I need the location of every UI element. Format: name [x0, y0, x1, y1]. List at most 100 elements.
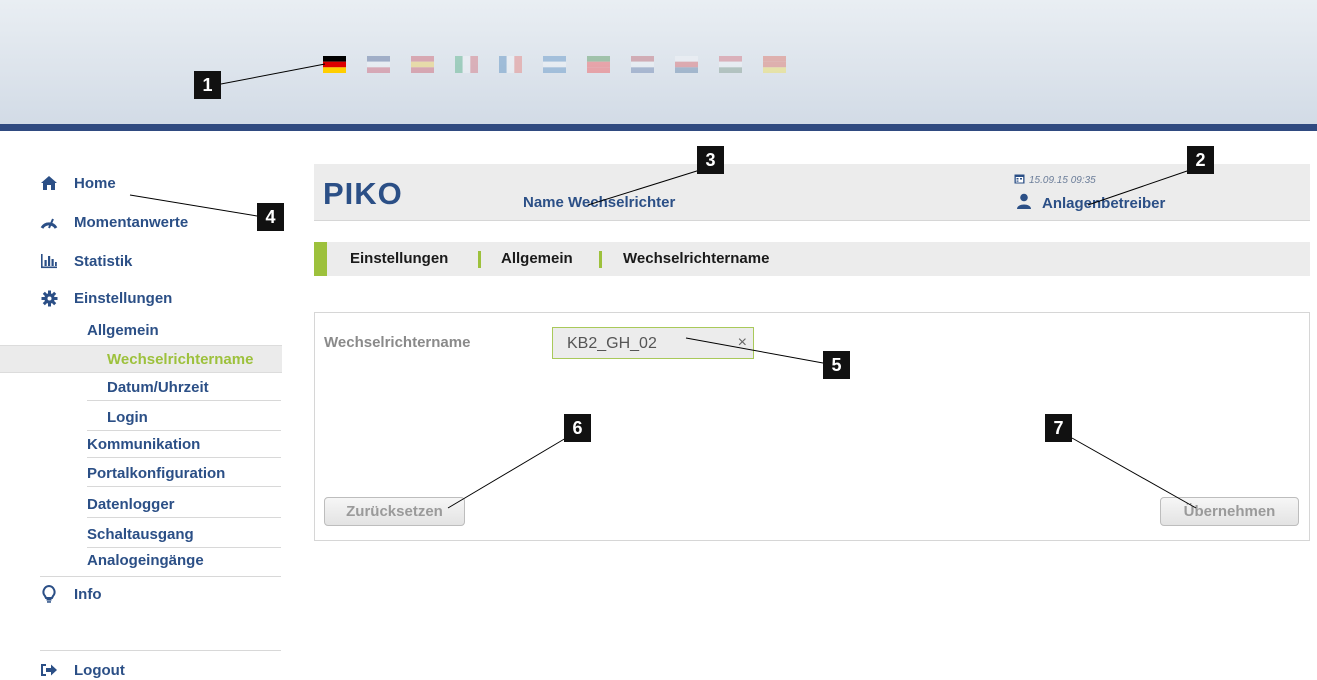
- bar-chart-icon: [40, 252, 58, 270]
- callout-4: 4: [257, 203, 284, 231]
- sidebar-item-label: Home: [74, 174, 116, 192]
- sidebar-divider: [87, 517, 281, 518]
- flag-cn-stripe: [763, 61, 786, 68]
- sidebar-item-schaltausgang[interactable]: Schaltausgang: [87, 523, 194, 545]
- clear-icon[interactable]: ×: [738, 334, 747, 352]
- sidebar-divider: [87, 547, 281, 548]
- sidebar-item-datenlogger[interactable]: Datenlogger: [87, 493, 175, 515]
- callout-7: 7: [1045, 414, 1072, 442]
- sidebar-divider: [40, 576, 281, 577]
- gear-icon: [40, 289, 58, 307]
- flag-nl-stripe: [631, 61, 654, 68]
- flag-cz-icon[interactable]: [675, 56, 698, 73]
- flag-de-stripe: [323, 56, 346, 62]
- flag-es-stripe: [411, 61, 434, 68]
- inverter-name-label: Wechselrichtername: [324, 334, 471, 351]
- sidebar-item-allgemein[interactable]: Allgemein: [87, 319, 159, 341]
- flag-hu-icon[interactable]: [719, 56, 742, 73]
- apply-button[interactable]: Übernehmen: [1160, 497, 1299, 526]
- sidebar-divider: [40, 650, 281, 651]
- flag-hu-stripe: [719, 67, 742, 73]
- flag-es-stripe: [411, 56, 434, 62]
- banner-divider: [0, 124, 1317, 131]
- sidebar-item-info[interactable]: Info: [40, 581, 102, 607]
- sidebar-item-wechselrichtername[interactable]: Wechselrichtername: [107, 348, 253, 370]
- flag-de-stripe: [323, 67, 346, 73]
- sidebar-item-label: Momentanwerte: [74, 213, 189, 231]
- flag-gb-icon[interactable]: [367, 56, 390, 73]
- sidebar-item-label: Info: [74, 585, 102, 603]
- sidebar-divider: [87, 430, 281, 431]
- callout-5: 5: [823, 351, 850, 379]
- lightbulb-icon: [40, 585, 58, 603]
- flag-fr-icon[interactable]: [499, 56, 522, 73]
- flag-hu-stripe: [719, 61, 742, 68]
- home-icon: [40, 174, 58, 192]
- calendar-icon: [1014, 173, 1025, 187]
- flag-cz-stripe: [675, 61, 698, 68]
- flag-cn-stripe: [763, 56, 786, 62]
- flag-gr-stripe: [543, 56, 566, 62]
- sidebar-divider: [87, 400, 281, 401]
- sidebar-nav: Home Momentanwerte Statistik Einstellung…: [0, 160, 282, 680]
- sidebar-item-einstellungen[interactable]: Einstellungen: [40, 285, 172, 311]
- flag-gr-stripe: [543, 61, 566, 68]
- callout-1: 1: [194, 71, 221, 99]
- flag-cn-icon[interactable]: [763, 56, 786, 73]
- flag-pt-stripe: [587, 56, 610, 62]
- flag-nl-stripe: [631, 56, 654, 62]
- datetime-text: 15.09.15 09:35: [1029, 174, 1096, 186]
- breadcrumb-einstellungen[interactable]: Einstellungen: [350, 250, 448, 267]
- sidebar-item-kommunikation[interactable]: Kommunikation: [87, 433, 200, 455]
- inverter-name: Name Wechselrichter: [523, 194, 676, 211]
- sidebar-item-portalkonfiguration[interactable]: Portalkonfiguration: [87, 462, 225, 484]
- user-menu[interactable]: Anlagenbetreiber: [1016, 193, 1165, 213]
- datetime-display: 15.09.15 09:35: [1014, 173, 1096, 187]
- language-selector: [323, 56, 786, 73]
- flag-gb-stripe: [367, 61, 390, 68]
- sidebar-item-label: Statistik: [74, 252, 133, 270]
- sidebar-divider: [87, 457, 281, 458]
- flag-pt-icon[interactable]: [587, 56, 610, 73]
- flag-pt-stripe: [587, 61, 610, 68]
- reset-button[interactable]: Zurücksetzen: [324, 497, 465, 526]
- flag-fr-stripe: [499, 56, 507, 73]
- sidebar-item-home[interactable]: Home: [40, 170, 116, 196]
- logout-icon: [40, 661, 58, 679]
- flag-gr-stripe: [543, 67, 566, 73]
- flag-nl-icon[interactable]: [631, 56, 654, 73]
- top-banner: [0, 0, 1317, 124]
- sidebar-item-momentanwerte[interactable]: Momentanwerte: [40, 209, 188, 235]
- callout-3: 3: [697, 146, 724, 174]
- sidebar-item-datum-uhrzeit[interactable]: Datum/Uhrzeit: [107, 376, 209, 398]
- flag-es-icon[interactable]: [411, 56, 434, 73]
- callout-2: 2: [1187, 146, 1214, 174]
- flag-fr-stripe: [506, 56, 515, 73]
- inverter-name-input[interactable]: [567, 334, 727, 354]
- flag-it-stripe: [462, 56, 471, 73]
- flag-gr-icon[interactable]: [543, 56, 566, 73]
- flag-cz-stripe: [675, 56, 698, 62]
- flag-it-stripe: [455, 56, 463, 73]
- callout-6: 6: [564, 414, 591, 442]
- breadcrumb-accent: [314, 242, 327, 276]
- sidebar-item-analogeingaenge[interactable]: Analogeingänge: [87, 549, 204, 571]
- app-root: Home Momentanwerte Statistik Einstellung…: [0, 0, 1317, 680]
- flag-de-icon[interactable]: [323, 56, 346, 73]
- breadcrumb-allgemein[interactable]: Allgemein: [501, 250, 573, 267]
- flag-pt-stripe: [587, 67, 610, 73]
- sidebar-item-statistik[interactable]: Statistik: [40, 248, 132, 274]
- flag-gb-stripe: [367, 56, 390, 62]
- flag-es-stripe: [411, 67, 434, 73]
- flag-gb-stripe: [367, 67, 390, 73]
- sidebar-item-login[interactable]: Login: [107, 406, 148, 428]
- flag-fr-stripe: [514, 56, 522, 73]
- gauge-icon: [40, 213, 58, 231]
- logout-button[interactable]: Logout: [40, 657, 125, 680]
- flag-de-stripe: [323, 61, 346, 68]
- flag-it-stripe: [470, 56, 478, 73]
- flag-it-icon[interactable]: [455, 56, 478, 73]
- logout-label: Logout: [74, 661, 125, 679]
- sidebar-divider: [87, 486, 281, 487]
- inverter-name-field: ×: [552, 327, 754, 359]
